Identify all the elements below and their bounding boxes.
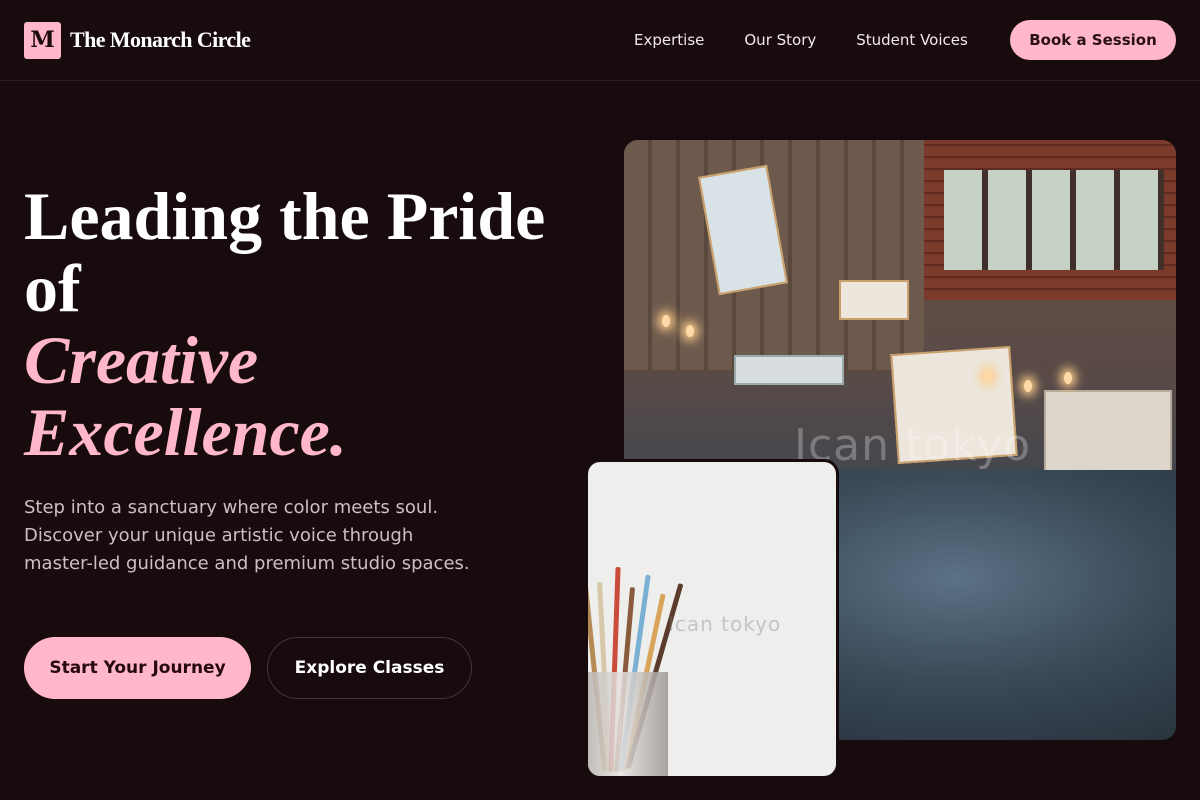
nav-link-our-story[interactable]: Our Story (744, 31, 816, 49)
studio-window (944, 170, 1164, 270)
nav-link-expertise[interactable]: Expertise (634, 31, 704, 49)
logo-icon[interactable]: M (24, 21, 61, 59)
chandelier-light (1024, 380, 1032, 392)
top-nav: M The Monarch Circle Expertise Our Story… (0, 0, 1200, 81)
chandelier-light (662, 315, 670, 327)
nav-links: Expertise Our Story Student Voices (634, 0, 1008, 80)
hero-headline: Leading the Pride of Creative Excellence… (24, 180, 584, 468)
headline-line-2: of (24, 250, 81, 326)
image-watermark: Ican tokyo (668, 612, 782, 636)
paintbrushes-photo: Ican tokyo (588, 462, 836, 776)
headline-accent-1: Creative (24, 322, 259, 398)
hero-description: Step into a sanctuary where color meets … (24, 497, 470, 574)
chandelier-light (686, 325, 694, 337)
start-journey-button[interactable]: Start Your Journey (24, 637, 251, 699)
brush-jar (588, 672, 668, 776)
chandelier-light (1064, 372, 1072, 384)
headline-line-1: Leading the Pride (24, 178, 546, 254)
box (839, 280, 909, 320)
chandelier-light (984, 370, 992, 382)
brand-name[interactable]: The Monarch Circle (70, 27, 251, 53)
explore-classes-button[interactable]: Explore Classes (267, 637, 472, 699)
nav-link-student-voices[interactable]: Student Voices (856, 31, 968, 49)
work-table (734, 355, 844, 385)
headline-accent-2: Excellence. (24, 394, 347, 470)
book-session-button[interactable]: Book a Session (1010, 20, 1176, 60)
